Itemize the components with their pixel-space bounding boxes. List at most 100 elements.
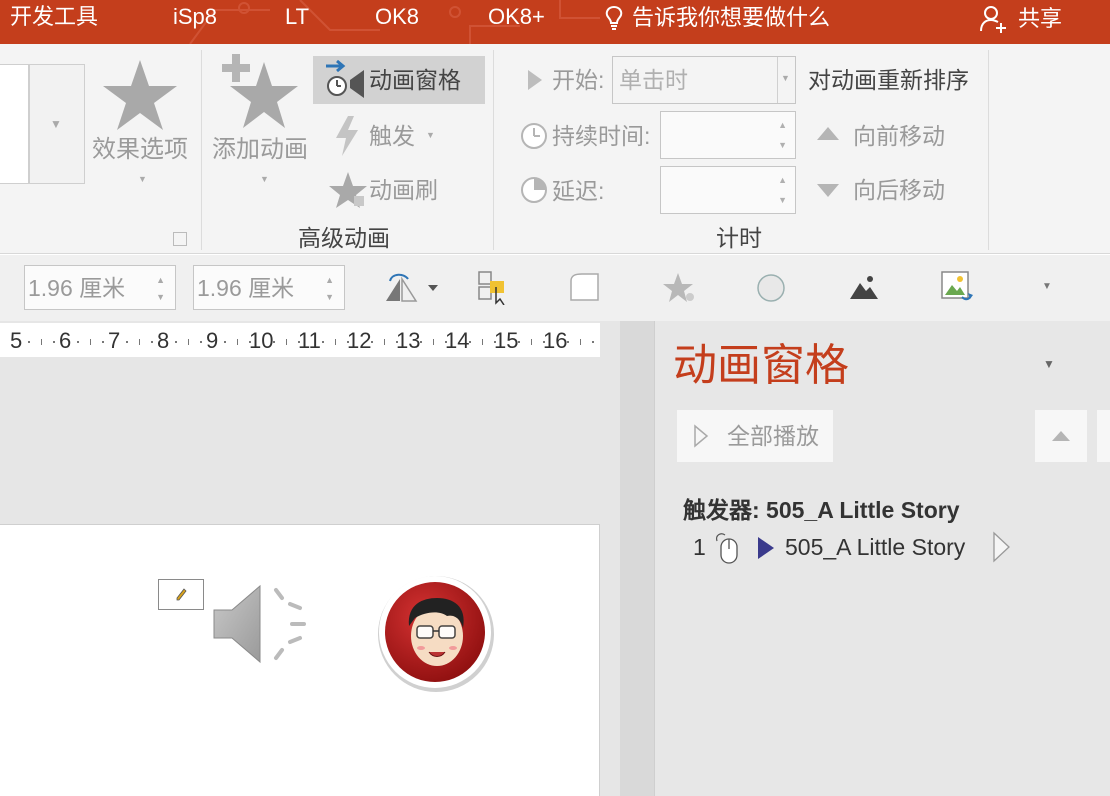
spin-down-icon[interactable]: ▼	[325, 292, 334, 302]
move-down-button[interactable]	[1097, 410, 1110, 462]
ruler-number: 11	[298, 328, 321, 353]
ruler-dot	[101, 341, 104, 343]
spin-down-icon[interactable]: ▼	[778, 140, 787, 150]
ruler-dot	[420, 341, 423, 343]
tab-ok8[interactable]: OK8	[375, 4, 419, 30]
format-toolbar: 1.96 厘米 ▲ ▼ 1.96 厘米 ▲ ▼ ▼	[0, 255, 1110, 321]
play-icon	[694, 424, 709, 448]
spin-down-icon[interactable]: ▼	[778, 195, 787, 205]
tell-me-box[interactable]: 告诉我你想要做什么	[604, 4, 830, 32]
shape-height-spinner[interactable]: 1.96 厘米 ▲ ▼	[24, 265, 176, 310]
delay-spinner[interactable]: ▲ ▼	[660, 166, 796, 214]
rotate-icon[interactable]	[380, 271, 440, 305]
ribbon: ▼ 效果选项 ▼ 添加动画 ▼ 动画窗格 触发 ▼ 动画刷 高级动画 开始: 单…	[0, 44, 1110, 254]
pane-options-chevron-icon[interactable]: ▼	[1043, 357, 1055, 371]
ruler-dot	[175, 341, 178, 343]
animation-painter-button[interactable]: 动画刷	[326, 168, 456, 212]
tab-ok8-plus[interactable]: OK8+	[488, 4, 545, 30]
ruler-number: 7	[108, 328, 121, 353]
move-up-button[interactable]	[1035, 410, 1087, 462]
chevron-down-icon: ▼	[426, 130, 435, 140]
mouse-click-icon	[716, 533, 738, 564]
chevron-down-icon: ▼	[260, 174, 269, 184]
ruler-tick	[579, 339, 581, 345]
group-separator	[493, 50, 494, 250]
chevron-down-icon: ▼	[781, 73, 790, 83]
trigger-label: 触发	[369, 123, 415, 149]
tell-me-text: 告诉我你想要做什么	[632, 5, 831, 30]
dialog-launcher-icon[interactable]	[173, 232, 187, 246]
ruler-tick	[187, 339, 189, 345]
trigger-button[interactable]: 触发 ▼	[330, 114, 450, 158]
speaker-icon[interactable]	[210, 580, 310, 672]
animation-gallery[interactable]	[0, 64, 29, 184]
group-label-advanced-animation: 高级动画	[298, 225, 390, 251]
group-label-timing: 计时	[716, 225, 762, 251]
ruler-dot	[591, 341, 594, 343]
selection-pane-icon[interactable]	[476, 269, 510, 305]
ruler-dot	[52, 341, 55, 343]
ruler-dot	[273, 341, 276, 343]
ruler-tick	[530, 339, 532, 345]
ruler-tick	[40, 339, 42, 345]
ruler-tick	[481, 339, 483, 345]
user-plus-icon	[980, 6, 1006, 33]
duration-label: 持续时间:	[552, 123, 651, 149]
picture-mountain-icon[interactable]	[848, 273, 880, 301]
trigger-placeholder-box[interactable]	[158, 579, 204, 610]
effect-options-button[interactable]: 效果选项 ▼	[90, 54, 190, 194]
animation-index: 1	[693, 534, 706, 560]
duration-spinner[interactable]: ▲ ▼	[660, 111, 796, 159]
share-label: 共享	[1018, 6, 1063, 31]
move-earlier-label: 向前移动	[853, 123, 945, 149]
clock-icon	[521, 123, 547, 149]
gallery-more-button[interactable]: ▼	[29, 64, 85, 184]
ruler-dot	[224, 341, 227, 343]
start-dropdown[interactable]: 单击时 ▼	[612, 56, 796, 104]
toolbar-overflow-icon[interactable]: ▼	[1042, 281, 1052, 292]
change-picture-icon[interactable]	[940, 269, 974, 305]
lightbulb-icon	[605, 5, 623, 30]
spin-up-icon[interactable]: ▲	[156, 275, 165, 285]
shape-fill-circle-icon[interactable]	[754, 271, 788, 305]
effect-star-icon[interactable]	[660, 271, 698, 305]
edit-shape-icon[interactable]	[568, 271, 602, 303]
dropdown-divider	[777, 57, 778, 103]
ruler-tick	[236, 339, 238, 345]
move-later-button[interactable]: 向后移动	[814, 172, 964, 208]
animation-pane-label: 动画窗格	[369, 67, 461, 93]
add-animation-button[interactable]: 添加动画 ▼	[208, 50, 312, 194]
shape-width-value: 1.96 厘米	[197, 275, 295, 301]
add-animation-label: 添加动画	[212, 136, 308, 163]
tab-isp8[interactable]: iSp8	[173, 4, 217, 30]
ruler-dot	[469, 341, 472, 343]
tab-lt[interactable]: LT	[285, 4, 309, 30]
spin-up-icon[interactable]: ▲	[778, 175, 787, 185]
slide-canvas[interactable]	[0, 524, 600, 796]
ruler-tick	[432, 339, 434, 345]
ruler-number: 9	[206, 328, 219, 353]
ruler-number: 6	[59, 328, 72, 353]
tab-developer-tools[interactable]: 开发工具	[10, 4, 98, 30]
ruler-tick	[383, 339, 385, 345]
lightning-icon	[336, 116, 358, 156]
media-play-icon	[758, 537, 774, 559]
ruler-number: 13	[396, 328, 421, 353]
move-earlier-button[interactable]: 向前移动	[814, 118, 964, 154]
share-button[interactable]: 共享	[978, 4, 1062, 34]
play-all-label: 全部播放	[727, 423, 819, 449]
ruler-dot	[77, 341, 80, 343]
play-all-button[interactable]: 全部播放	[677, 410, 833, 462]
spin-up-icon[interactable]: ▲	[778, 120, 787, 130]
avatar-button[interactable]	[375, 574, 497, 696]
animation-list-item[interactable]: 1 505_A Little Story	[693, 529, 1053, 565]
shape-height-value: 1.96 厘米	[28, 275, 126, 301]
effect-options-label: 效果选项	[92, 136, 188, 163]
shape-width-spinner[interactable]: 1.96 厘米 ▲ ▼	[193, 265, 345, 310]
delay-clock-icon	[521, 177, 547, 203]
spin-down-icon[interactable]: ▼	[156, 292, 165, 302]
spin-up-icon[interactable]: ▲	[325, 275, 334, 285]
ruler-dot	[371, 341, 374, 343]
triangle-up-icon	[817, 127, 839, 140]
chevron-down-icon: ▼	[50, 117, 62, 131]
